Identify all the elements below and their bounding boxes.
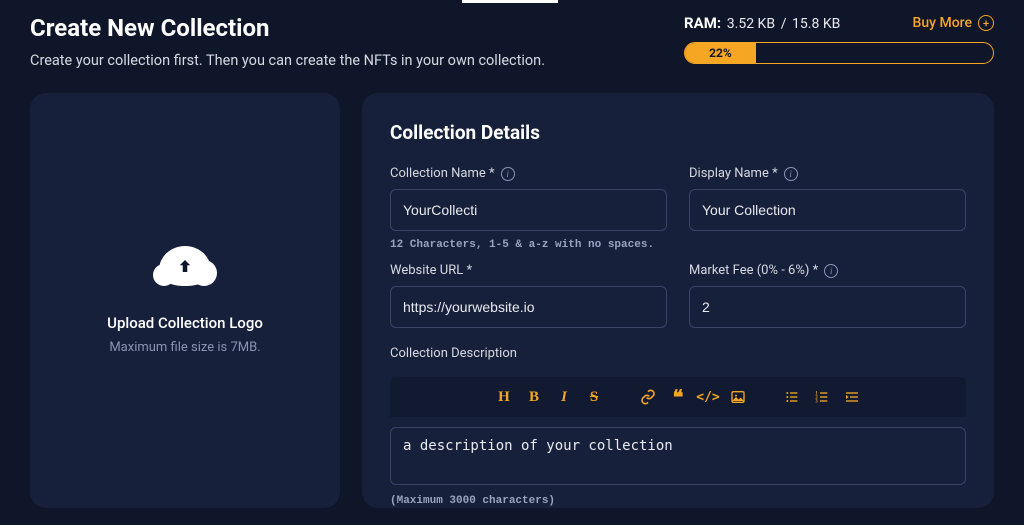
upload-title: Upload Collection Logo bbox=[107, 314, 263, 332]
ram-total: 15.8 KB bbox=[792, 16, 840, 32]
upload-arrow-icon bbox=[175, 256, 195, 276]
body-row: Upload Collection Logo Maximum file size… bbox=[0, 69, 1024, 508]
toolbar-italic-button[interactable]: I bbox=[550, 383, 578, 411]
info-icon[interactable]: i bbox=[824, 264, 838, 278]
toolbar-code-button[interactable]: </> bbox=[694, 383, 722, 411]
header-row: Create New Collection Create your collec… bbox=[0, 0, 1024, 69]
website-url-cell: Website URL * bbox=[390, 263, 667, 328]
collection-name-cell: Collection Name * i 12 Characters, 1-5 &… bbox=[390, 166, 667, 251]
cloud-upload-icon bbox=[159, 246, 211, 286]
market-fee-label: Market Fee (0% - 6%) * i bbox=[689, 263, 966, 278]
toolbar-indent-button[interactable] bbox=[838, 383, 866, 411]
toolbar-link-button[interactable] bbox=[634, 383, 662, 411]
description-label: Collection Description bbox=[390, 346, 966, 361]
description-cell: Collection Description H B I S ❝ </> bbox=[390, 346, 966, 507]
top-tab-indicator bbox=[462, 0, 558, 3]
buy-more-button[interactable]: Buy More + bbox=[913, 15, 994, 31]
editor-toolbar: H B I S ❝ </> 123 bbox=[390, 377, 966, 417]
page-subtitle: Create your collection first. Then you c… bbox=[30, 52, 684, 69]
toolbar-image-button[interactable] bbox=[724, 383, 752, 411]
toolbar-ol-button[interactable]: 123 bbox=[808, 383, 836, 411]
website-url-input[interactable] bbox=[390, 286, 667, 328]
collection-name-label-text: Collection Name * bbox=[390, 166, 495, 181]
toolbar-ul-button[interactable] bbox=[778, 383, 806, 411]
ram-used: 3.52 KB bbox=[727, 16, 775, 32]
ram-row: RAM: 3.52 KB / 15.8 KB Buy More + bbox=[684, 14, 994, 32]
description-input[interactable] bbox=[390, 427, 966, 485]
toolbar-strike-button[interactable]: S bbox=[580, 383, 608, 411]
header-right: RAM: 3.52 KB / 15.8 KB Buy More + 22% bbox=[684, 14, 994, 69]
ram-progress-fill: 22% bbox=[685, 43, 756, 63]
collection-details-card: Collection Details Collection Name * i 1… bbox=[362, 93, 994, 508]
ram-progress-bar: 22% bbox=[684, 42, 994, 64]
buy-more-label: Buy More bbox=[913, 15, 972, 31]
market-fee-label-text: Market Fee (0% - 6%) * bbox=[689, 263, 818, 278]
display-name-cell: Display Name * i bbox=[689, 166, 966, 251]
market-fee-input[interactable] bbox=[689, 286, 966, 328]
upload-subtitle: Maximum file size is 7MB. bbox=[109, 340, 260, 355]
upload-logo-card[interactable]: Upload Collection Logo Maximum file size… bbox=[30, 93, 340, 508]
ram-slash: / bbox=[781, 16, 790, 32]
collection-name-helper: 12 Characters, 1-5 & a-z with no spaces. bbox=[390, 239, 667, 251]
ram-label: RAM: bbox=[684, 14, 721, 32]
website-url-label: Website URL * bbox=[390, 263, 667, 278]
toolbar-quote-button[interactable]: ❝ bbox=[664, 383, 692, 411]
form-grid: Collection Name * i 12 Characters, 1-5 &… bbox=[390, 166, 966, 507]
description-label-text: Collection Description bbox=[390, 346, 517, 361]
info-icon[interactable]: i bbox=[784, 167, 798, 181]
description-max-chars: (Maximum 3000 characters) bbox=[390, 495, 966, 507]
info-icon[interactable]: i bbox=[501, 167, 515, 181]
display-name-label: Display Name * i bbox=[689, 166, 966, 181]
collection-name-input[interactable] bbox=[390, 189, 667, 231]
header-left: Create New Collection Create your collec… bbox=[30, 14, 684, 69]
display-name-input[interactable] bbox=[689, 189, 966, 231]
market-fee-cell: Market Fee (0% - 6%) * i bbox=[689, 263, 966, 328]
section-title: Collection Details bbox=[390, 121, 966, 144]
svg-text:3: 3 bbox=[815, 399, 818, 404]
toolbar-heading-button[interactable]: H bbox=[490, 383, 518, 411]
plus-circle-icon: + bbox=[978, 15, 994, 31]
website-url-label-text: Website URL * bbox=[390, 263, 472, 278]
ram-usage-text: RAM: 3.52 KB / 15.8 KB bbox=[684, 14, 840, 32]
display-name-label-text: Display Name * bbox=[689, 166, 778, 181]
page-title: Create New Collection bbox=[30, 14, 684, 42]
collection-name-label: Collection Name * i bbox=[390, 166, 667, 181]
toolbar-bold-button[interactable]: B bbox=[520, 383, 548, 411]
